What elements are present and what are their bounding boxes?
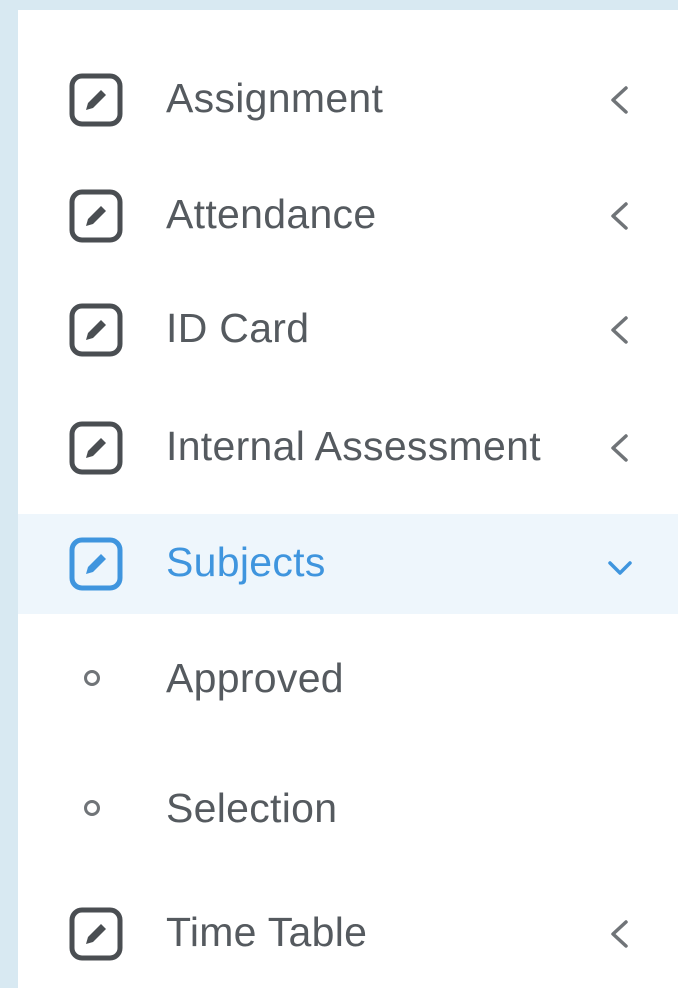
sidebar-item-time-table[interactable]: Time Table (18, 884, 678, 984)
sidebar-item-label: Time Table (166, 909, 368, 955)
sidebar-item-label: ID Card (166, 305, 310, 351)
sidebar-item-attendance[interactable]: Attendance (18, 166, 678, 266)
sidebar-subitem-label: Selection (166, 785, 338, 831)
edit-icon (68, 72, 124, 128)
circle-bullet-icon (84, 670, 100, 686)
edit-icon (68, 536, 124, 592)
sidebar-item-label: Subjects (166, 539, 326, 585)
sidebar-item-id-card[interactable]: ID Card (18, 280, 678, 380)
edit-icon (68, 302, 124, 358)
sidebar-item-internal-assessment[interactable]: Internal Assessment (18, 398, 678, 498)
chevron-left-icon (600, 80, 640, 120)
chevron-down-icon (600, 548, 640, 588)
sidebar-item-label: Attendance (166, 191, 377, 237)
chevron-left-icon (600, 310, 640, 350)
sidebar-subitem-selection[interactable]: Selection (18, 758, 678, 858)
sidebar-subitem-label: Approved (166, 655, 344, 701)
sidebar-item-label: Internal Assessment (166, 423, 541, 469)
chevron-left-icon (600, 914, 640, 954)
edit-icon (68, 420, 124, 476)
chevron-left-icon (600, 428, 640, 468)
sidebar-item-subjects[interactable]: Subjects (18, 514, 678, 614)
edit-icon (68, 906, 124, 962)
chevron-left-icon (600, 196, 640, 236)
sidebar-subitem-approved[interactable]: Approved (18, 628, 678, 728)
sidebar-item-assignment[interactable]: Assignment (18, 50, 678, 150)
edit-icon (68, 188, 124, 244)
sidebar-panel: Assignment Attendance ID Card Internal A… (18, 10, 678, 988)
circle-bullet-icon (84, 800, 100, 816)
sidebar-item-label: Assignment (166, 75, 384, 121)
